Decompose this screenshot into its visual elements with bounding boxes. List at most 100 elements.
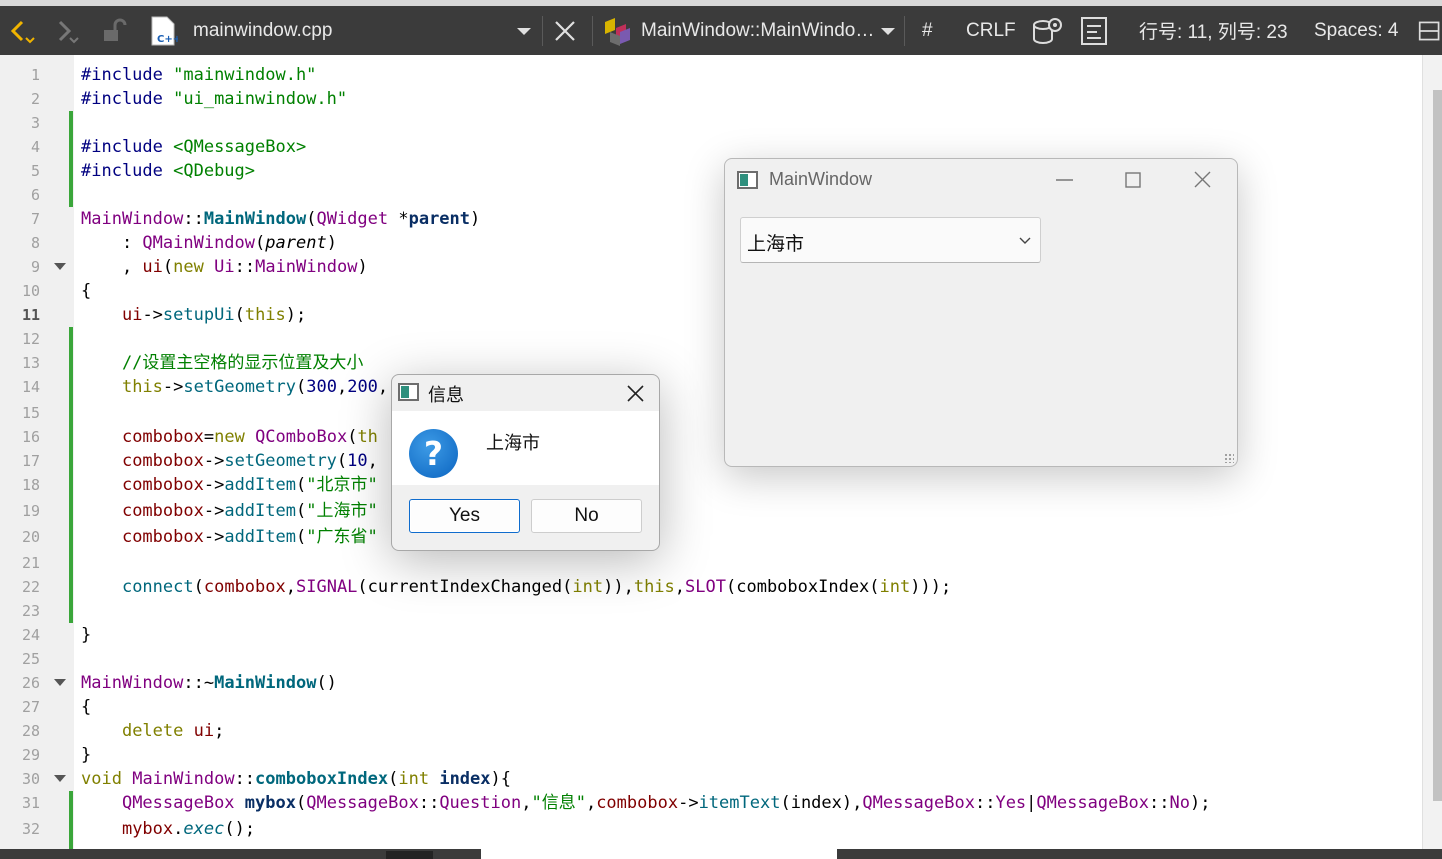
code-line: combobox->setGeometry(10,: [121, 451, 378, 471]
back-arrow-icon[interactable]: [8, 6, 38, 55]
line-number: 20: [21, 528, 40, 546]
forward-arrow-icon[interactable]: [54, 6, 84, 55]
fold-arrow-icon[interactable]: [54, 679, 66, 686]
cpp-file-icon: C++: [148, 6, 178, 55]
code-line-current: ui->setupUi(this);: [121, 305, 307, 325]
symbol-selector[interactable]: MainWindow::MainWindo…: [641, 6, 874, 55]
line-number: 12: [21, 330, 40, 348]
code-line: combobox->addItem("广东省": [121, 527, 378, 547]
code-line: mybox.exec();: [121, 819, 256, 839]
line-number: 6: [30, 186, 40, 204]
cursor-position[interactable]: 行号: 11, 列号: 23: [1139, 6, 1288, 55]
line-number: 27: [21, 698, 40, 716]
svg-text:C++: C++: [157, 34, 178, 45]
hash-button[interactable]: #: [922, 6, 933, 55]
minimize-icon[interactable]: [1054, 167, 1076, 193]
close-icon[interactable]: [1192, 169, 1214, 191]
code-line: }: [81, 745, 92, 765]
line-number: 19: [21, 502, 40, 520]
code-line: #include <QMessageBox>: [81, 137, 307, 157]
window-title: MainWindow: [769, 169, 873, 189]
line-number: 7: [30, 210, 40, 228]
line-number: 17: [21, 452, 40, 470]
line-number: 1: [30, 66, 40, 84]
resize-grip-icon[interactable]: [1224, 453, 1234, 463]
code-line: , ui(new Ui::MainWindow): [81, 257, 368, 277]
line-number: 29: [21, 746, 40, 764]
message-box-dialog[interactable]: 信息 ? 上海市 Yes No: [391, 374, 660, 551]
line-number: 21: [21, 554, 40, 572]
code-comment: //设置主空格的显示位置及大小: [81, 353, 364, 373]
line-number: 32: [21, 820, 40, 838]
file-name: mainwindow.cpp: [193, 19, 333, 41]
file-dropdown-icon[interactable]: [514, 6, 538, 55]
main-window[interactable]: MainWindow 上海市: [724, 158, 1238, 467]
line-number: 16: [21, 428, 40, 446]
indentation-setting[interactable]: Spaces: 4: [1314, 6, 1399, 55]
line-number: 23: [21, 602, 40, 620]
document-outline-icon[interactable]: [1080, 6, 1108, 55]
line-number-gutter: 1 2 3 4 5 6 7 8 9 10 11 12 13 14 15 16 1…: [0, 55, 74, 849]
code-line: combobox->addItem("北京市": [121, 475, 378, 495]
class-symbol-icon: [602, 6, 636, 55]
scroll-marker: [386, 851, 433, 859]
symbol-dropdown-icon[interactable]: [878, 6, 898, 55]
line-number: 15: [21, 404, 40, 422]
line-number: 18: [21, 476, 40, 494]
dialog-body: ? 上海市: [392, 411, 659, 485]
line-number: 22: [21, 578, 40, 596]
city-combobox[interactable]: 上海市: [740, 217, 1041, 263]
line-ending-selector[interactable]: CRLF: [966, 6, 1016, 55]
question-icon: ?: [409, 429, 458, 478]
combobox-value: 上海市: [747, 234, 805, 255]
code-line: MainWindow::MainWindow(QWidget *parent): [81, 209, 481, 229]
vertical-scrollbar-thumb[interactable]: [1433, 90, 1442, 801]
code-line: {: [81, 697, 92, 717]
line-number: 24: [21, 626, 40, 644]
close-icon[interactable]: [625, 383, 647, 405]
no-button[interactable]: No: [531, 499, 642, 533]
change-marker: [69, 791, 73, 849]
code-line: delete ui;: [121, 721, 225, 741]
app-window-icon: [737, 171, 758, 189]
code-line: combobox->addItem("上海市": [121, 501, 378, 521]
code-line: #include "ui_mainwindow.h": [81, 89, 348, 109]
fold-arrow-icon[interactable]: [54, 263, 66, 270]
code-line: QMessageBox mybox(QMessageBox::Question,…: [121, 793, 1211, 813]
app-window-icon: [398, 383, 419, 401]
lock-icon[interactable]: [100, 6, 128, 55]
line-number: 5: [30, 162, 40, 180]
code-line: connect(combobox,SIGNAL(currentIndexChan…: [121, 577, 952, 597]
line-number: 31: [21, 794, 40, 812]
line-number: 8: [30, 234, 40, 252]
database-settings-icon[interactable]: [1031, 6, 1063, 55]
code-line: #include "mainwindow.h": [81, 65, 317, 85]
code-line: void MainWindow::comboboxIndex(int index…: [81, 769, 511, 789]
dialog-title: 信息: [428, 385, 464, 405]
line-number: 4: [30, 138, 40, 156]
code-line: }: [81, 625, 92, 645]
maximize-icon[interactable]: [1123, 169, 1145, 191]
line-number: 25: [21, 650, 40, 668]
code-line: combobox=new QComboBox(th: [121, 427, 378, 447]
dialog-message: 上海市: [486, 433, 540, 453]
line-number: 10: [21, 282, 40, 300]
line-number: 2: [30, 90, 40, 108]
line-number-current: 11: [21, 306, 40, 324]
split-editor-icon[interactable]: [1418, 6, 1442, 55]
line-number: 9: [30, 258, 40, 276]
horizontal-scrollbar-thumb[interactable]: [481, 849, 837, 859]
code-line: : QMainWindow(parent): [81, 233, 337, 253]
editor-toolbar: C++ mainwindow.cpp MainWindow::MainWindo…: [0, 0, 1442, 55]
line-number: 26: [21, 674, 40, 692]
yes-button[interactable]: Yes: [409, 499, 520, 533]
code-line: this->setGeometry(300,200,: [121, 377, 389, 397]
fold-arrow-icon[interactable]: [54, 775, 66, 782]
change-marker: [69, 111, 73, 207]
code-line: #include <QDebug>: [81, 161, 256, 181]
change-marker: [69, 327, 73, 623]
code-line: MainWindow::~MainWindow(): [81, 673, 337, 693]
chevron-down-icon: [1018, 233, 1032, 247]
line-number: 14: [21, 378, 40, 396]
close-file-icon[interactable]: [553, 6, 579, 55]
